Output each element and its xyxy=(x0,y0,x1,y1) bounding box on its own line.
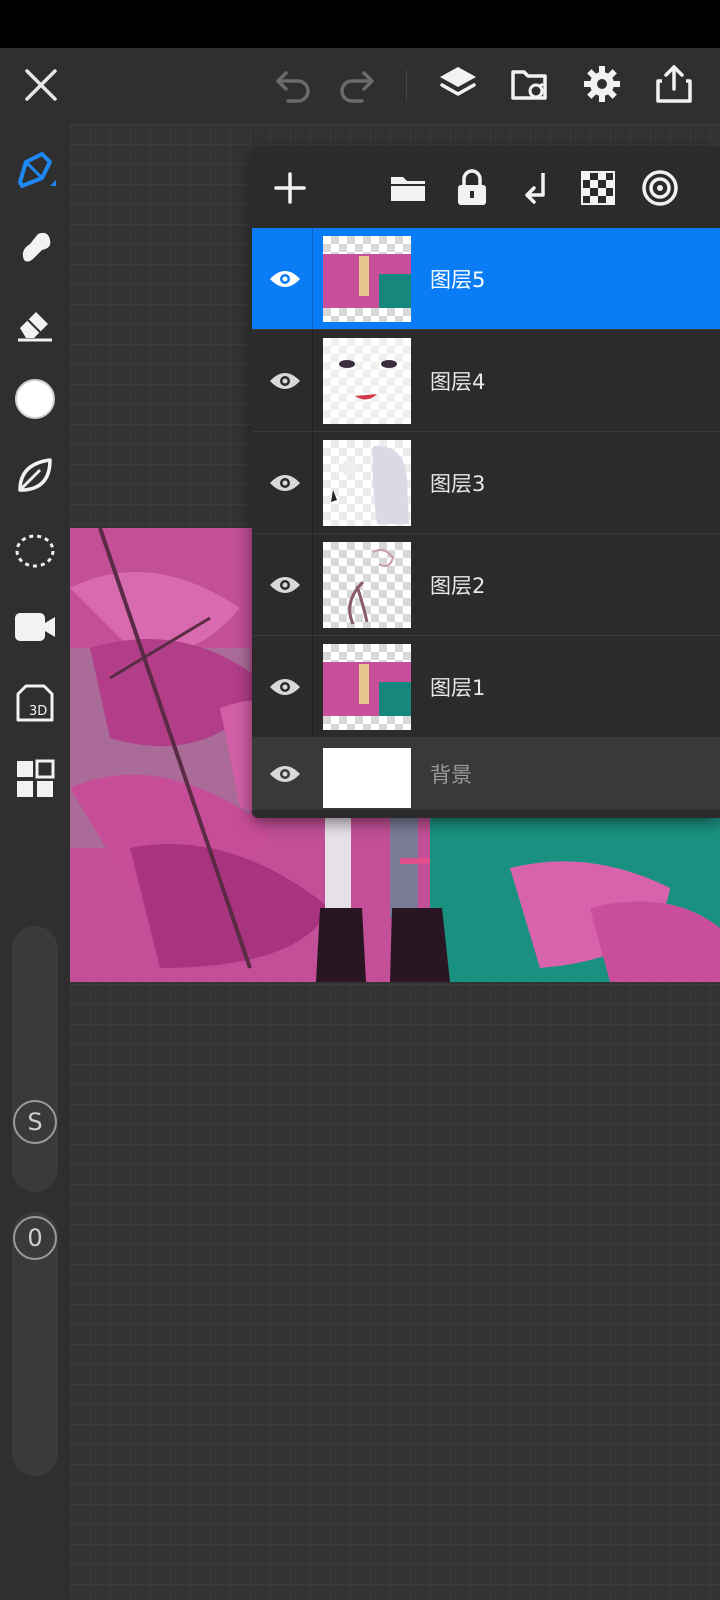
layer-thumbnail xyxy=(323,338,411,424)
layer-row[interactable]: 图层4 xyxy=(252,330,720,432)
smudge-tool-icon[interactable] xyxy=(10,222,60,272)
layer-thumbnail xyxy=(323,644,411,730)
leaf-brush-icon[interactable] xyxy=(10,450,60,500)
brush-size-label: S xyxy=(27,1108,43,1136)
redo-icon[interactable] xyxy=(334,62,380,108)
lock-icon[interactable] xyxy=(450,166,494,210)
3d-icon[interactable]: 3D xyxy=(10,678,60,728)
layer-row[interactable]: 图层2 xyxy=(252,534,720,636)
layers-panel: 图层5 图层4 图层3 图层2 图层1 背景 xyxy=(252,148,720,818)
svg-text:3D: 3D xyxy=(29,704,47,719)
layer-name: 图层2 xyxy=(430,573,486,598)
layer-thumbnail xyxy=(323,542,411,628)
top-toolbar xyxy=(0,48,720,124)
layer-row[interactable]: 图层1 xyxy=(252,636,720,738)
transparency-icon[interactable] xyxy=(576,166,620,210)
blend-mode-icon[interactable] xyxy=(638,166,682,210)
gallery-icon[interactable] xyxy=(506,60,554,108)
layer-thumbnail xyxy=(323,236,411,322)
visibility-eye-icon[interactable] xyxy=(262,738,308,810)
color-picker-icon[interactable] xyxy=(10,374,60,424)
visibility-eye-icon[interactable] xyxy=(262,330,308,431)
row-divider xyxy=(312,534,313,635)
visibility-eye-icon[interactable] xyxy=(262,534,308,635)
close-icon[interactable] xyxy=(18,62,64,108)
tool-sidebar: 3D S 0 xyxy=(0,124,70,1600)
opacity-knob[interactable]: 0 xyxy=(13,1216,57,1260)
brush-size-knob[interactable]: S xyxy=(13,1100,57,1144)
row-divider xyxy=(312,228,313,329)
layer-row[interactable]: 图层3 xyxy=(252,432,720,534)
settings-icon[interactable] xyxy=(578,60,626,108)
layer-name: 背景 xyxy=(430,763,472,787)
eraser-tool-icon[interactable] xyxy=(10,298,60,348)
brush-size-slider[interactable] xyxy=(12,926,58,1192)
visibility-eye-icon[interactable] xyxy=(262,636,308,737)
row-divider xyxy=(312,432,313,533)
video-icon[interactable] xyxy=(10,602,60,652)
layers-icon[interactable] xyxy=(434,60,482,108)
undo-icon[interactable] xyxy=(270,62,316,108)
merge-down-icon[interactable] xyxy=(514,166,558,210)
layer-name: 图层1 xyxy=(430,675,486,700)
row-divider xyxy=(312,636,313,737)
background-thumbnail xyxy=(323,748,411,808)
grid-panels-icon[interactable] xyxy=(10,754,60,804)
visibility-eye-icon[interactable] xyxy=(262,432,308,533)
layer-thumbnail xyxy=(323,440,411,526)
brush-tool-icon[interactable] xyxy=(10,146,60,196)
add-layer-icon[interactable] xyxy=(268,166,312,210)
layers-toolbar xyxy=(252,148,720,228)
status-bar xyxy=(0,0,720,48)
layer-name: 图层3 xyxy=(430,471,486,496)
visibility-eye-icon[interactable] xyxy=(262,228,308,329)
folder-icon[interactable] xyxy=(386,166,430,210)
row-divider xyxy=(312,330,313,431)
opacity-label: 0 xyxy=(27,1224,43,1252)
selection-tool-icon[interactable] xyxy=(10,526,60,576)
layer-name: 图层4 xyxy=(430,369,486,394)
background-layer-row[interactable]: 背景 xyxy=(252,738,720,810)
layer-name: 图层5 xyxy=(430,267,486,292)
toolbar-divider xyxy=(406,70,407,102)
layer-row[interactable]: 图层5 xyxy=(252,228,720,330)
share-icon[interactable] xyxy=(650,60,698,108)
